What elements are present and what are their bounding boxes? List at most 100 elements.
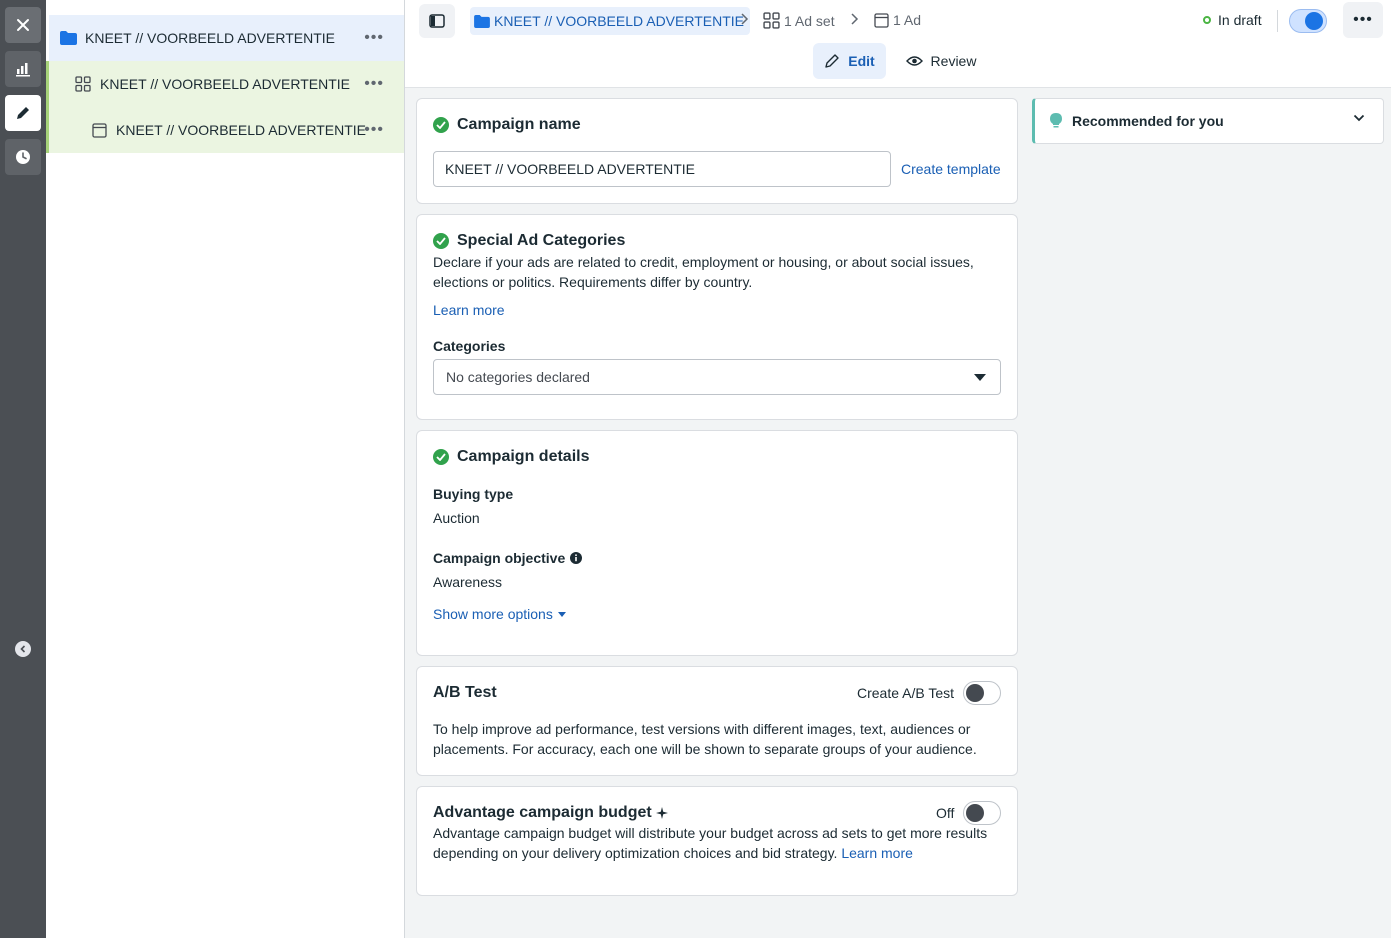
categories-select-value: No categories declared [446,369,590,385]
toggle-panel-button[interactable] [419,4,455,38]
categories-label: Categories [433,338,506,354]
edit-tab[interactable]: Edit [813,43,886,79]
campaign-tree-panel: KNEET // VOORBEELD ADVERTENTIE ••• KNEET… [46,0,405,938]
more-options-icon: ••• [1353,11,1373,28]
edit-tab-label: Edit [848,53,875,69]
campaign-objective-label: Campaign objective [433,550,583,566]
tree-item-adset-label: KNEET // VOORBEELD ADVERTENTIE [100,76,350,92]
special-ad-categories-title: Special Ad Categories [433,232,625,250]
toggle-knob [1305,12,1323,30]
recommended-for-you-panel[interactable]: Recommended for you [1032,98,1384,144]
check-circle-icon [433,449,449,465]
advantage-budget-learn-more-link[interactable]: Learn more [841,845,913,861]
collapse-rail-button[interactable] [15,641,31,657]
learn-more-link[interactable]: Learn more [433,300,505,320]
status-label: In draft [1218,12,1262,28]
campaign-details-title-text: Campaign details [457,448,590,465]
categories-select[interactable]: No categories declared [433,359,1001,395]
pencil-icon [15,105,31,121]
special-ad-categories-card: Special Ad Categories Declare if your ad… [416,214,1018,420]
special-ad-categories-title-text: Special Ad Categories [457,232,626,249]
chevron-right-icon [849,12,859,29]
ad-icon [90,121,108,139]
buying-type-value: Auction [433,510,480,526]
recommended-title: Recommended for you [1072,113,1224,129]
create-ab-test-toggle[interactable] [963,681,1001,705]
review-tab-label: Review [930,53,977,69]
advantage-budget-description: Advantage campaign budget will distribut… [433,823,1003,863]
toggle-knob [966,684,984,702]
grid-icon [74,75,92,93]
campaign-name-title: Campaign name [433,116,581,134]
campaign-objective-value: Awareness [433,574,503,590]
draft-status: In draft [1203,12,1262,28]
campaign-name-input[interactable]: KNEET // VOORBEELD ADVERTENTIE [433,151,891,187]
edit-mode-button[interactable] [5,95,41,131]
special-ad-categories-description: Declare if your ads are related to credi… [433,254,974,290]
top-bar: KNEET // VOORBEELD ADVERTENTIE 1 Ad set … [405,0,1391,88]
breadcrumb-ad[interactable]: 1 Ad [874,12,921,28]
breadcrumb-adset-label: 1 Ad set [784,12,835,29]
advantage-budget-title-text: Advantage campaign budget [433,804,652,821]
campaign-name-input-value: KNEET // VOORBEELD ADVERTENTIE [445,161,695,177]
ab-test-title-text: A/B Test [433,684,497,701]
show-more-options-label: Show more options [433,606,553,622]
grid-icon [763,12,780,29]
check-circle-icon [433,117,449,133]
divider [1277,10,1278,32]
chevron-down-icon[interactable] [1353,114,1365,122]
breadcrumb-ad-label: 1 Ad [893,12,922,28]
campaign-objective-label-text: Campaign objective [433,550,566,566]
advantage-budget-title: Advantage campaign budget [433,804,668,822]
ab-test-title: A/B Test [433,684,497,702]
lightbulb-icon [1050,113,1062,129]
breadcrumb-campaign[interactable]: KNEET // VOORBEELD ADVERTENTIE [470,7,750,35]
caret-down-icon [974,374,986,381]
campaign-details-title: Campaign details [433,448,589,466]
chevron-left-icon [18,644,28,654]
more-options-icon[interactable]: ••• [364,75,384,93]
ab-test-description: To help improve ad performance, test ver… [433,721,977,757]
campaign-name-card: Campaign name KNEET // VOORBEELD ADVERTE… [416,98,1018,204]
close-button[interactable] [5,7,41,43]
close-icon [16,18,30,32]
tree-item-ad-label: KNEET // VOORBEELD ADVERTENTIE [116,122,366,138]
create-ab-test-label: Create A/B Test [857,685,955,701]
chevron-right-icon [739,12,749,29]
more-options-icon[interactable]: ••• [364,121,384,139]
pencil-icon [824,53,840,69]
sidebar-panel-icon [429,14,445,28]
info-icon[interactable] [570,552,583,564]
left-rail [0,0,46,938]
check-circle-icon [433,233,449,249]
more-options-icon[interactable]: ••• [364,29,384,47]
more-actions-button[interactable]: ••• [1343,2,1383,38]
review-tab[interactable]: Review [899,43,983,79]
sparkle-icon [655,807,668,819]
campaign-on-off-toggle[interactable] [1289,9,1327,33]
breadcrumb-campaign-label: KNEET // VOORBEELD ADVERTENTIE [494,13,744,29]
show-more-options-link[interactable]: Show more options [433,606,566,622]
tree-item-ad[interactable]: KNEET // VOORBEELD ADVERTENTIE ••• [46,107,404,153]
clock-icon [15,149,31,165]
ab-test-card: A/B Test Create A/B Test To help improve… [416,666,1018,776]
campaign-details-card: Campaign details Buying type Auction Cam… [416,430,1018,656]
history-button[interactable] [5,139,41,175]
tree-item-campaign-label: KNEET // VOORBEELD ADVERTENTIE [85,30,335,46]
tree-item-adset[interactable]: KNEET // VOORBEELD ADVERTENTIE ••• [46,61,404,107]
folder-icon [59,29,77,47]
reporting-button[interactable] [5,51,41,87]
bar-chart-icon [15,61,31,77]
breadcrumb-adset[interactable]: 1 Ad set [763,12,835,29]
campaign-name-title-text: Campaign name [457,116,581,133]
tree-item-campaign[interactable]: KNEET // VOORBEELD ADVERTENTIE ••• [46,15,404,61]
eye-icon [905,55,923,67]
buying-type-label: Buying type [433,486,514,502]
ad-icon [874,12,889,28]
create-template-link[interactable]: Create template [901,161,1001,177]
status-dot-icon [1203,16,1211,24]
advantage-budget-toggle-label: Off [936,805,955,821]
toggle-knob [966,804,984,822]
folder-icon [474,14,490,28]
advantage-budget-toggle[interactable] [963,801,1001,825]
